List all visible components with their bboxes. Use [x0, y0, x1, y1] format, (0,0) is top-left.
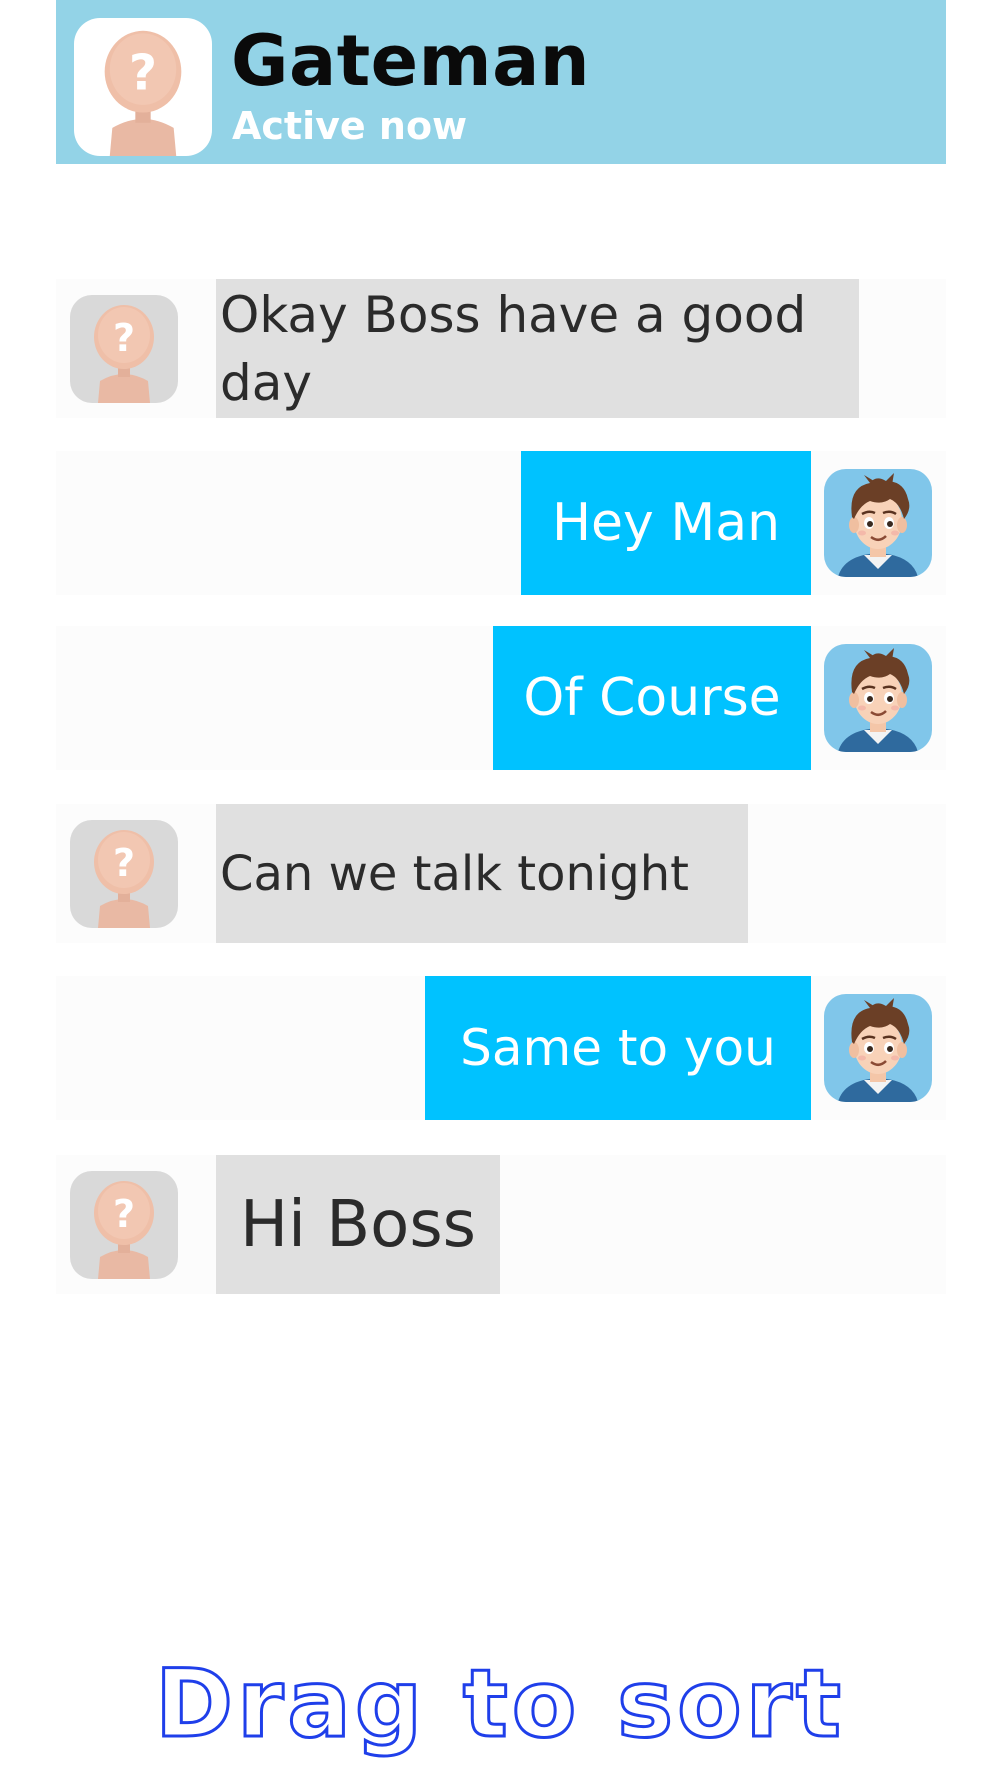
- message-text: Of Course: [523, 668, 781, 728]
- contact-status: Active now: [232, 104, 468, 148]
- cartoon-boy-icon: [836, 646, 920, 752]
- cartoon-boy-icon: [836, 471, 920, 577]
- sender-avatar: [70, 820, 178, 928]
- incoming-message-bubble: Hi Boss: [216, 1155, 500, 1294]
- message-text: Hi Boss: [240, 1187, 476, 1262]
- unknown-person-icon: [94, 305, 154, 403]
- unknown-person-icon: [104, 30, 182, 156]
- contact-name: Gateman: [231, 20, 591, 102]
- message-row[interactable]: Hi Boss: [56, 1155, 946, 1294]
- message-row[interactable]: Hey Man: [56, 451, 946, 595]
- message-row[interactable]: Same to you: [56, 976, 946, 1120]
- message-row[interactable]: Okay Boss have a good day: [56, 279, 946, 418]
- message-row[interactable]: Can we talk tonight: [56, 804, 946, 943]
- outgoing-message-bubble: Of Course: [493, 626, 811, 770]
- drag-to-sort-instruction: Drag to sort: [154, 1649, 845, 1761]
- contact-avatar: [74, 18, 212, 156]
- sender-avatar: [70, 295, 178, 403]
- message-text: Can we talk tonight: [220, 845, 689, 902]
- user-avatar: [824, 469, 932, 577]
- message-text: Okay Boss have a good day: [220, 285, 807, 412]
- outgoing-message-bubble: Same to you: [425, 976, 811, 1120]
- chat-header: Gateman Active now: [56, 0, 946, 164]
- user-avatar: [824, 994, 932, 1102]
- sender-avatar: [70, 1171, 178, 1279]
- unknown-person-icon: [94, 830, 154, 928]
- message-row[interactable]: Of Course: [56, 626, 946, 770]
- unknown-person-icon: [94, 1181, 154, 1279]
- incoming-message-bubble: Okay Boss have a good day: [216, 279, 859, 418]
- message-text: Hey Man: [551, 493, 781, 553]
- incoming-message-bubble: Can we talk tonight: [216, 804, 748, 943]
- outgoing-message-bubble: Hey Man: [521, 451, 811, 595]
- user-avatar: [824, 644, 932, 752]
- message-text: Same to you: [460, 1019, 776, 1077]
- cartoon-boy-icon: [836, 996, 920, 1102]
